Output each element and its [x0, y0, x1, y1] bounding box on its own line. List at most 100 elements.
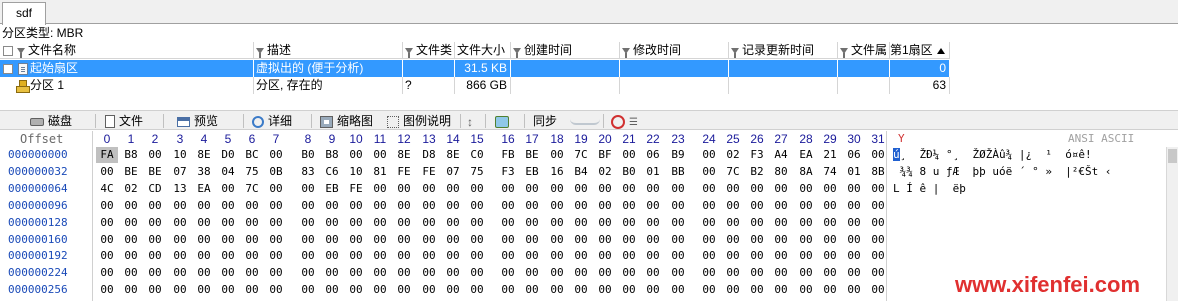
- hex-byte[interactable]: 00: [594, 248, 616, 264]
- hex-byte[interactable]: BC: [241, 147, 263, 163]
- hex-byte[interactable]: 00: [418, 282, 440, 298]
- hex-byte[interactable]: 02: [120, 181, 142, 197]
- hex-byte[interactable]: 00: [442, 248, 464, 264]
- hex-byte[interactable]: 00: [265, 265, 287, 281]
- hex-byte[interactable]: 00: [96, 265, 118, 281]
- hex-byte[interactable]: 00: [546, 282, 568, 298]
- hex-byte[interactable]: 00: [594, 198, 616, 214]
- hex-byte[interactable]: 00: [570, 215, 592, 231]
- hex-byte[interactable]: 00: [321, 198, 343, 214]
- hex-byte[interactable]: 00: [698, 248, 720, 264]
- hex-byte[interactable]: 00: [570, 265, 592, 281]
- hex-byte[interactable]: 00: [442, 232, 464, 248]
- hex-byte[interactable]: 00: [746, 198, 768, 214]
- hex-byte[interactable]: 00: [193, 232, 215, 248]
- hex-byte[interactable]: 00: [795, 198, 817, 214]
- hex-byte[interactable]: 00: [642, 215, 664, 231]
- ansi-text[interactable]: ¾¾ 8 u ƒÆ þþ uóë ´ ° » |²€Št ‹: [893, 164, 1112, 180]
- hex-byte[interactable]: 00: [843, 198, 865, 214]
- hex-byte[interactable]: 00: [594, 232, 616, 248]
- hex-byte[interactable]: 00: [795, 215, 817, 231]
- col-header-first-sector[interactable]: 第1扇区: [890, 42, 950, 59]
- hex-byte[interactable]: 00: [521, 265, 543, 281]
- hex-byte[interactable]: FE: [345, 181, 367, 197]
- hex-byte[interactable]: 00: [618, 147, 640, 163]
- hex-byte[interactable]: 00: [369, 248, 391, 264]
- hex-byte[interactable]: 00: [819, 248, 841, 264]
- hex-byte[interactable]: 00: [466, 198, 488, 214]
- hex-byte[interactable]: 00: [466, 282, 488, 298]
- filter-icon[interactable]: [17, 47, 25, 58]
- hex-byte[interactable]: 00: [265, 147, 287, 163]
- hex-byte[interactable]: 00: [618, 265, 640, 281]
- hex-byte[interactable]: 00: [698, 147, 720, 163]
- hex-byte[interactable]: 00: [217, 198, 239, 214]
- hex-row[interactable]: 000000064 4C 02 CD 13 EA 00 7C 00 00 EB FE 00 00 00 00 0…: [0, 181, 1178, 197]
- hex-byte[interactable]: 00: [442, 265, 464, 281]
- hex-byte[interactable]: A4: [770, 147, 792, 163]
- hex-byte[interactable]: 00: [570, 198, 592, 214]
- hex-byte[interactable]: B2: [746, 164, 768, 180]
- hex-byte[interactable]: 80: [770, 164, 792, 180]
- hex-byte[interactable]: 00: [193, 215, 215, 231]
- hex-byte[interactable]: 00: [193, 248, 215, 264]
- ansi-cursor-char[interactable]: ú: [893, 148, 900, 161]
- hex-byte[interactable]: 00: [618, 232, 640, 248]
- hex-byte[interactable]: 10: [169, 147, 191, 163]
- hex-byte[interactable]: 00: [96, 164, 118, 180]
- hex-byte[interactable]: F3: [746, 147, 768, 163]
- hex-byte[interactable]: BE: [120, 164, 142, 180]
- hex-byte[interactable]: 00: [667, 265, 689, 281]
- hex-byte[interactable]: 00: [393, 248, 415, 264]
- hex-byte[interactable]: 8E: [393, 147, 415, 163]
- hex-byte[interactable]: 00: [120, 215, 142, 231]
- legend-button[interactable]: 图例说明: [387, 112, 451, 130]
- sync-slider[interactable]: [570, 112, 604, 130]
- hex-byte[interactable]: 00: [120, 198, 142, 214]
- hex-byte[interactable]: 00: [345, 232, 367, 248]
- hex-byte[interactable]: 00: [843, 265, 865, 281]
- hex-byte[interactable]: 00: [393, 215, 415, 231]
- hex-byte[interactable]: 00: [521, 232, 543, 248]
- hex-byte[interactable]: 00: [546, 181, 568, 197]
- hex-byte[interactable]: 00: [265, 198, 287, 214]
- hex-byte[interactable]: 00: [169, 265, 191, 281]
- hex-byte[interactable]: 00: [698, 181, 720, 197]
- hex-byte[interactable]: 00: [843, 232, 865, 248]
- hex-byte[interactable]: 00: [497, 181, 519, 197]
- hex-byte[interactable]: 00: [265, 215, 287, 231]
- hex-byte[interactable]: 7C: [570, 147, 592, 163]
- hex-byte[interactable]: 00: [345, 265, 367, 281]
- hex-byte[interactable]: 7C: [722, 164, 744, 180]
- hex-byte[interactable]: F3: [497, 164, 519, 180]
- hex-byte[interactable]: 00: [241, 198, 263, 214]
- hex-byte[interactable]: 00: [321, 282, 343, 298]
- hex-byte[interactable]: EA: [193, 181, 215, 197]
- hex-byte[interactable]: 00: [746, 232, 768, 248]
- filter-icon[interactable]: [513, 47, 521, 58]
- hex-byte[interactable]: 00: [819, 282, 841, 298]
- hex-byte[interactable]: 00: [497, 265, 519, 281]
- hex-byte[interactable]: 00: [746, 282, 768, 298]
- hex-row[interactable]: 000000096 00 00 00 00 00 00 00 00 00 00 00 00 00 00 00 0…: [0, 198, 1178, 214]
- row-checkbox[interactable]: [3, 63, 13, 74]
- hex-byte[interactable]: 00: [570, 248, 592, 264]
- hex-byte[interactable]: 00: [642, 232, 664, 248]
- sync-button[interactable]: 同步: [533, 112, 557, 130]
- hex-byte[interactable]: D8: [418, 147, 440, 163]
- hex-byte[interactable]: 00: [418, 232, 440, 248]
- hex-byte[interactable]: 00: [642, 265, 664, 281]
- hex-byte[interactable]: 00: [369, 282, 391, 298]
- preview-button[interactable]: 预览: [177, 112, 218, 130]
- hex-byte[interactable]: 00: [193, 282, 215, 298]
- hex-byte[interactable]: 00: [217, 215, 239, 231]
- hex-byte[interactable]: 00: [795, 181, 817, 197]
- hex-byte[interactable]: 00: [345, 248, 367, 264]
- col-header-ftype[interactable]: 文件类: [403, 42, 455, 59]
- hex-byte[interactable]: C0: [466, 147, 488, 163]
- hex-byte[interactable]: 00: [618, 282, 640, 298]
- hex-byte[interactable]: 00: [546, 232, 568, 248]
- hex-byte[interactable]: 02: [722, 147, 744, 163]
- hex-byte[interactable]: 00: [265, 232, 287, 248]
- disk-button[interactable]: 磁盘: [30, 112, 72, 130]
